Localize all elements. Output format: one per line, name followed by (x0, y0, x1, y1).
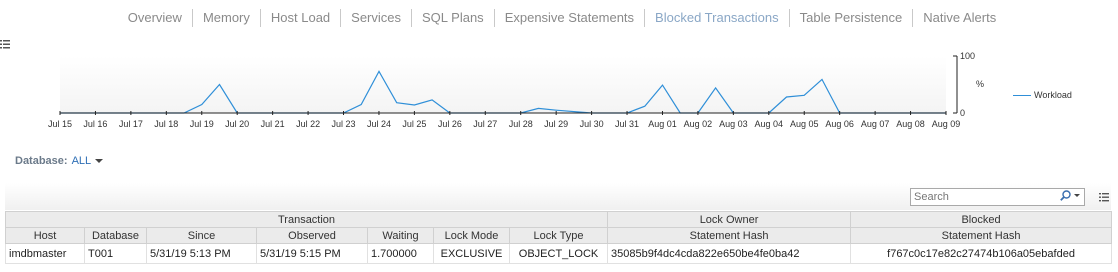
group-header-blocked: Blocked (850, 211, 1113, 228)
tab-native-alerts[interactable]: Native Alerts (913, 9, 1006, 27)
search-box (910, 188, 1085, 206)
x-tick-label: Jul 26 (438, 119, 462, 129)
plot-area (60, 56, 946, 113)
database-filter-value[interactable]: ALL (72, 155, 92, 167)
x-tick-label: Jul 20 (225, 119, 249, 129)
x-tick-label: Jul 22 (296, 119, 320, 129)
grid-menu-icon[interactable] (1099, 192, 1109, 202)
group-header-lock-owner: Lock Owner (607, 211, 852, 228)
x-tick-label: Aug 05 (790, 119, 819, 129)
x-tick-label: Aug 09 (932, 119, 961, 129)
x-tick-label: Jul 27 (473, 119, 497, 129)
cell-database: T001 (84, 243, 147, 264)
tab-bar: Overview Memory Host Load Services SQL P… (0, 0, 1118, 36)
column-header-lock-type[interactable]: Lock Type (508, 227, 609, 244)
x-tick-label: Jul 25 (402, 119, 426, 129)
tab-memory[interactable]: Memory (193, 9, 261, 27)
magnifier-icon (1060, 190, 1071, 201)
x-tick-label: Aug 03 (719, 119, 748, 129)
chart-menu-icon[interactable] (0, 40, 10, 49)
search-input[interactable] (911, 189, 1051, 205)
cell-blocked-statement-hash: f767c0c17e82c27474b106a05ebafded (850, 243, 1113, 264)
group-header-row: Transaction Lock Owner Blocked (4, 211, 1113, 228)
legend-label: Workload (1034, 90, 1072, 100)
column-header-row: Host Database Since Observed Waiting Loc… (5, 227, 1113, 244)
x-tick-label: Aug 02 (684, 119, 713, 129)
database-filter-label: Database: (15, 155, 68, 167)
column-header-observed[interactable]: Observed (256, 227, 368, 244)
table-row[interactable]: imdbmaster T001 5/31/19 5:13 PM 5/31/19 … (5, 243, 1113, 264)
y-tick-label: 100 (960, 51, 975, 61)
workload-chart: Jul 15 Jul 16 Jul 17 Jul 18 Jul 19 Jul 20 Jul … (0, 40, 1118, 132)
chevron-down-icon[interactable] (95, 159, 104, 163)
tab-overview[interactable]: Overview (118, 9, 193, 27)
column-header-lock-mode[interactable]: Lock Mode (433, 227, 510, 244)
group-header-transaction: Transaction (4, 211, 609, 228)
x-tick-label: Aug 07 (861, 119, 890, 129)
tab-expensive-statements[interactable]: Expensive Statements (495, 9, 646, 27)
cell-waiting: 1.700000 (367, 243, 434, 264)
column-header-database[interactable]: Database (84, 227, 147, 244)
x-tick-label: Aug 06 (825, 119, 854, 129)
column-header-host[interactable]: Host (5, 227, 85, 244)
x-tick-label: Jul 24 (367, 119, 391, 129)
column-header-owner-statement-hash[interactable]: Statement Hash (607, 227, 852, 244)
x-tick-label: Jul 15 (48, 119, 72, 129)
search-options-caret-icon (1074, 194, 1080, 197)
x-tick-label: Jul 16 (83, 119, 107, 129)
x-tick-label: Jul 21 (261, 119, 285, 129)
x-tick-label: Aug 04 (755, 119, 784, 129)
x-tick-label: Aug 01 (648, 119, 677, 129)
legend-swatch (1013, 94, 1031, 96)
tab-services[interactable]: Services (341, 9, 413, 27)
blocked-transactions-table: Transaction Lock Owner Blocked Host Data… (4, 211, 1113, 264)
x-tick-label: Jul 31 (615, 119, 639, 129)
cell-host: imdbmaster (5, 243, 85, 264)
x-tick-label: Jul 18 (154, 119, 178, 129)
x-tick-label: Jul 23 (332, 119, 356, 129)
cell-observed: 5/31/19 5:15 PM (256, 243, 368, 264)
y-axis-label: % (976, 79, 984, 89)
x-tick-label: Jul 29 (544, 119, 568, 129)
database-filter: Database: ALL (15, 155, 104, 167)
column-header-blocked-statement-hash[interactable]: Statement Hash (850, 227, 1113, 244)
x-tick-label: Jul 19 (190, 119, 214, 129)
chart-legend: Workload (1013, 90, 1072, 100)
search-button[interactable] (1060, 190, 1080, 201)
cell-lock-type: OBJECT_LOCK (508, 243, 609, 264)
x-tick-label: Jul 30 (580, 119, 604, 129)
workload-chart-svg: Jul 15 Jul 16 Jul 17 Jul 18 Jul 19 Jul 20 Jul … (48, 51, 984, 129)
column-header-waiting[interactable]: Waiting (367, 227, 434, 244)
x-tick-label: Jul 17 (119, 119, 143, 129)
y-tick-label: 0 (960, 108, 965, 118)
cell-owner-statement-hash: 35085b9f4dc4cda822e650be4fe0ba42 (607, 243, 852, 264)
tab-blocked-transactions[interactable]: Blocked Transactions (645, 9, 790, 27)
x-tick-label: Aug 08 (896, 119, 925, 129)
x-tick-label: Jul 28 (509, 119, 533, 129)
column-header-since[interactable]: Since (146, 227, 257, 244)
cell-since: 5/31/19 5:13 PM (146, 243, 257, 264)
tab-sql-plans[interactable]: SQL Plans (412, 9, 495, 27)
cell-lock-mode: EXCLUSIVE (433, 243, 510, 264)
tab-host-load[interactable]: Host Load (261, 9, 342, 27)
tab-table-persistence[interactable]: Table Persistence (790, 9, 914, 27)
